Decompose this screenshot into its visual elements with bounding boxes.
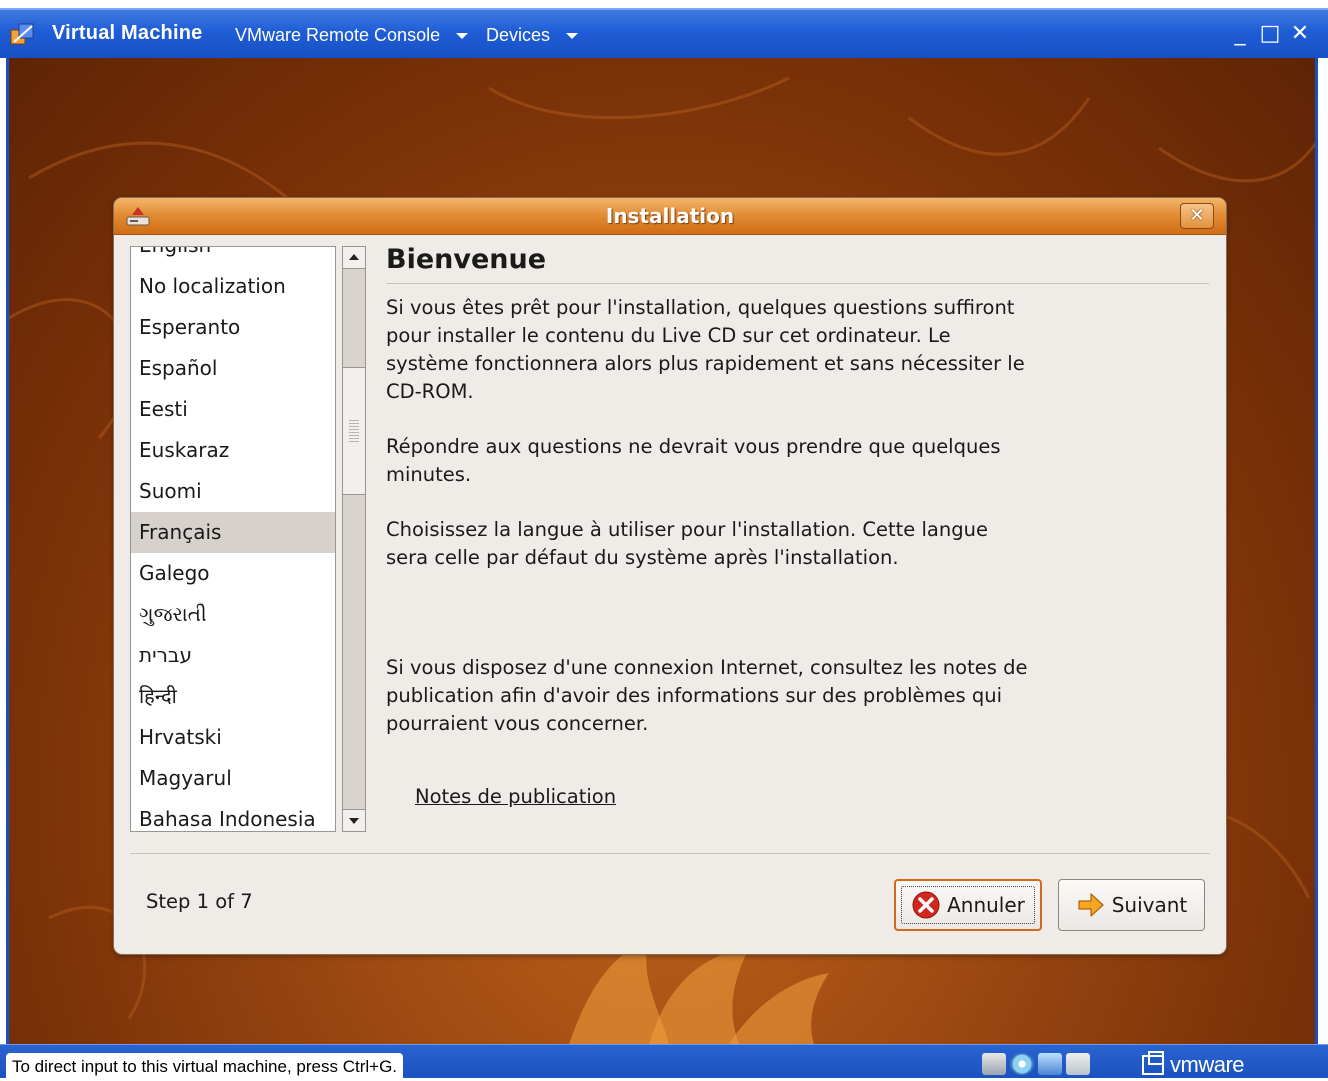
maximize-icon[interactable]: □: [1258, 22, 1282, 46]
divider: [386, 283, 1209, 284]
list-item[interactable]: Galego: [131, 553, 335, 594]
vmware-logo-icon: [1142, 1051, 1164, 1075]
vmware-app-icon: [10, 23, 34, 45]
list-item[interactable]: No localization: [131, 266, 335, 307]
list-item[interactable]: English: [131, 247, 335, 266]
list-item[interactable]: Magyarul: [131, 758, 335, 799]
arrow-up-icon: [349, 254, 359, 260]
dialog-titlebar[interactable]: Installation ✕: [114, 198, 1226, 235]
menu-vmware-remote-console[interactable]: VMware Remote Console: [235, 25, 469, 46]
list-item[interactable]: Euskaraz: [131, 430, 335, 471]
page-title: Bienvenue: [386, 244, 547, 275]
host-statusbar: To direct input to this virtual machine,…: [0, 1044, 1328, 1079]
cancel-button[interactable]: Annuler: [894, 879, 1042, 931]
divider: [130, 853, 1210, 854]
arrow-down-icon: [349, 818, 359, 824]
list-item[interactable]: Bahasa Indonesia: [131, 799, 335, 831]
dialog-title: Installation: [605, 204, 735, 228]
list-item[interactable]: ગુજરાતી: [131, 594, 335, 635]
list-item[interactable]: Suomi: [131, 471, 335, 512]
list-item[interactable]: हिन्दी: [131, 676, 335, 717]
status-message: To direct input to this virtual machine,…: [6, 1053, 404, 1079]
language-list[interactable]: English No localization Esperanto Españo…: [130, 246, 336, 832]
vmware-logo: vmware: [1142, 1051, 1245, 1078]
grip-icon: [349, 420, 359, 444]
focus-ring: [901, 886, 1035, 924]
menu-devices[interactable]: Devices: [486, 25, 579, 46]
hard-disk-icon[interactable]: [982, 1053, 1006, 1075]
minimize-icon[interactable]: _: [1228, 22, 1252, 46]
list-item[interactable]: Hrvatski: [131, 717, 335, 758]
release-notes-link[interactable]: Notes de publication: [415, 785, 616, 808]
list-item[interactable]: עברית: [131, 635, 335, 676]
device-status-icons: [982, 1053, 1090, 1075]
chevron-down-icon: [566, 32, 579, 39]
step-indicator: Step 1 of 7: [146, 890, 253, 913]
list-item[interactable]: Español: [131, 348, 335, 389]
duration-paragraph: Répondre aux questions ne devrait vous p…: [386, 435, 1001, 486]
network-icon[interactable]: [1038, 1053, 1062, 1075]
menu-label: VMware Remote Console: [235, 25, 441, 45]
next-button[interactable]: Suivant: [1058, 879, 1205, 931]
list-item-selected[interactable]: Français: [131, 512, 335, 553]
intro-paragraph: Si vous êtes prêt pour l'installation, q…: [386, 296, 1025, 403]
arrow-right-icon: [1078, 893, 1104, 917]
installation-dialog: Installation ✕ English No localization E…: [114, 198, 1226, 954]
close-icon[interactable]: ✕: [1288, 22, 1312, 46]
scroll-up-button[interactable]: [343, 247, 365, 269]
chevron-down-icon: [456, 32, 469, 39]
list-item[interactable]: Esperanto: [131, 307, 335, 348]
menu-label: Devices: [486, 25, 551, 45]
next-label: Suivant: [1111, 893, 1188, 917]
window-top-edge: [0, 0, 1328, 8]
vmware-wordmark: vmware: [1170, 1052, 1245, 1077]
language-list-scrollbar[interactable]: [342, 246, 366, 832]
scroll-thumb[interactable]: [343, 367, 365, 495]
language-paragraph: Choisissez la langue à utiliser pour l'i…: [386, 518, 988, 569]
dialog-close-button[interactable]: ✕: [1180, 203, 1214, 229]
list-item[interactable]: Eesti: [131, 389, 335, 430]
internet-paragraph: Si vous disposez d'une connexion Interne…: [386, 656, 1028, 735]
cd-rom-icon[interactable]: [1010, 1053, 1034, 1075]
keyboard-icon[interactable]: [1066, 1053, 1090, 1075]
language-list-items: English No localization Esperanto Españo…: [131, 247, 335, 831]
close-icon: ✕: [1189, 205, 1205, 226]
app-title: Virtual Machine: [52, 22, 203, 44]
scroll-down-button[interactable]: [343, 809, 365, 831]
host-titlebar[interactable]: Virtual Machine VMware Remote Console De…: [0, 8, 1328, 58]
